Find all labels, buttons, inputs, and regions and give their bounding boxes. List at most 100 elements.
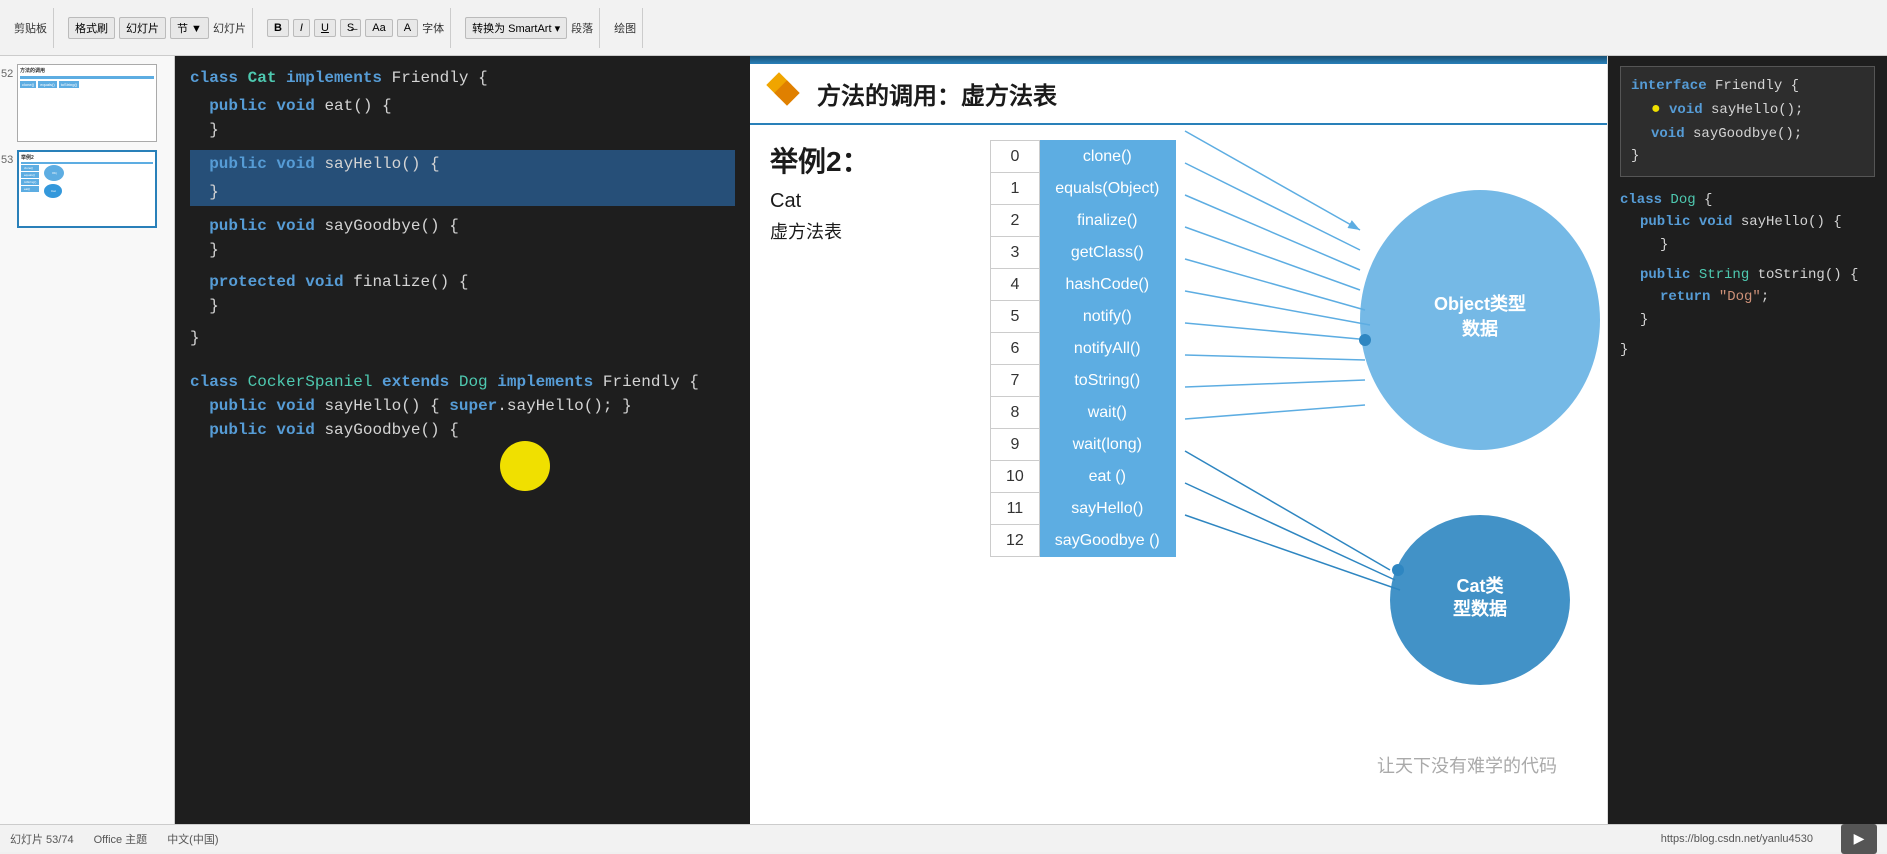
cursor-dot bbox=[500, 441, 550, 491]
url-info: https://blog.csdn.net/yanlu4530 bbox=[1661, 833, 1813, 845]
code-spacer-1 bbox=[190, 142, 735, 150]
table-row: 11sayHello() bbox=[991, 493, 1176, 525]
code-line-sayHello: public void sayHello() { bbox=[190, 150, 735, 178]
slide-info: 幻灯片 53/74 bbox=[10, 831, 74, 847]
row-method-cell: clone() bbox=[1039, 141, 1175, 173]
row-num-cell: 3 bbox=[991, 237, 1040, 269]
slide-body: 举例2： Cat 虚方法表 0clone()1equals(Object)2fi… bbox=[750, 125, 1607, 823]
table-row: 1equals(Object) bbox=[991, 173, 1176, 205]
toolbar: 剪贴板 格式刷 幻灯片 节 ▼ 幻灯片 B I U S̶ Aa A 字体 转换为… bbox=[0, 0, 1887, 56]
thumb-num-53: 53 bbox=[1, 154, 13, 166]
code-line-1: class Cat implements Friendly { bbox=[190, 66, 735, 90]
slide-thumbnail-52[interactable]: 52 方法的调用 clone() equals() toString() bbox=[17, 64, 157, 142]
underline-btn[interactable]: U bbox=[314, 19, 336, 37]
paragraph-label: 段落 bbox=[571, 20, 593, 36]
svg-text:Object类型: Object类型 bbox=[1434, 293, 1526, 314]
toolbar-group-slides: 格式刷 幻灯片 节 ▼ 幻灯片 bbox=[62, 8, 253, 48]
bold-btn[interactable]: B bbox=[267, 19, 289, 37]
code-line-cockerspan-sayGoodbye: public void sayGoodbye() { bbox=[190, 418, 735, 442]
slide-main: 方法的调用：虚方法表 举例2： Cat 虚方法表 0clone()1equals… bbox=[750, 56, 1607, 824]
thumb-num-52: 52 bbox=[1, 68, 13, 80]
watermark: 让天下没有难学的代码 bbox=[1377, 752, 1557, 778]
table-row: 4hashCode() bbox=[991, 269, 1176, 301]
italic-btn[interactable]: I bbox=[293, 19, 310, 37]
cat-label: Cat bbox=[770, 190, 970, 213]
row-num-cell: 4 bbox=[991, 269, 1040, 301]
row-method-cell: wait() bbox=[1039, 397, 1175, 429]
row-num-cell: 11 bbox=[991, 493, 1040, 525]
strikethrough-btn[interactable]: S̶ bbox=[340, 19, 361, 37]
row-method-cell: notify() bbox=[1039, 301, 1175, 333]
right-code-dog: class Dog { public void sayHello() { } p… bbox=[1620, 189, 1875, 362]
bottom-bar: 幻灯片 53/74 Office 主题 中文(中国) https://blog.… bbox=[0, 824, 1887, 852]
table-row: 7toString() bbox=[991, 365, 1176, 397]
toolbar-group-font: B I U S̶ Aa A 字体 bbox=[261, 8, 451, 48]
table-row: 9wait(long) bbox=[991, 429, 1176, 461]
code-line-finalize: protected void finalize() { bbox=[190, 270, 735, 294]
toolbar-group-paragraph: 转换为 SmartArt ▾ 段落 bbox=[459, 8, 600, 48]
row-method-cell: sayGoodbye () bbox=[1039, 525, 1175, 557]
slide-panel: 52 方法的调用 clone() equals() toString() 53 … bbox=[0, 56, 175, 824]
format-brush-btn[interactable]: 格式刷 bbox=[68, 17, 115, 39]
vtable-area: 0clone()1equals(Object)2finalize()3getCl… bbox=[990, 140, 1587, 808]
svg-text:Cat类: Cat类 bbox=[1456, 575, 1504, 596]
theme-info: Office 主题 bbox=[94, 831, 148, 847]
code-line-3: } bbox=[190, 118, 735, 142]
play-button[interactable]: ▶ bbox=[1841, 824, 1877, 854]
slide-title-text: 方法的调用：虚方法表 bbox=[817, 76, 1057, 111]
row-method-cell: getClass() bbox=[1039, 237, 1175, 269]
row-method-cell: notifyAll() bbox=[1039, 333, 1175, 365]
title-diamond-icon bbox=[770, 76, 805, 111]
font-label: 字体 bbox=[422, 20, 444, 36]
row-num-cell: 1 bbox=[991, 173, 1040, 205]
table-row: 10eat () bbox=[991, 461, 1176, 493]
row-num-cell: 9 bbox=[991, 429, 1040, 461]
thumb-content-52: 方法的调用 clone() equals() toString() bbox=[17, 64, 157, 142]
code-spacer-5 bbox=[190, 350, 735, 370]
vtable-label: 虚方法表 bbox=[770, 218, 970, 244]
right-code-interface: interface Friendly { ● void sayHello(); … bbox=[1620, 66, 1875, 177]
svg-text:型数据: 型数据 bbox=[1453, 598, 1507, 619]
row-num-cell: 6 bbox=[991, 333, 1040, 365]
row-method-cell: finalize() bbox=[1039, 205, 1175, 237]
row-method-cell: sayHello() bbox=[1039, 493, 1175, 525]
slide-thumbnail-53[interactable]: 53 举例2 clone() equals() toString() eat()… bbox=[17, 150, 157, 228]
row-num-cell: 2 bbox=[991, 205, 1040, 237]
svg-text:数据: 数据 bbox=[1462, 318, 1498, 339]
row-num-cell: 10 bbox=[991, 461, 1040, 493]
lang-info: 中文(中国) bbox=[167, 831, 218, 847]
code-line-sayHello-close: } bbox=[190, 178, 735, 206]
slide-left-labels: 举例2： Cat 虚方法表 bbox=[770, 140, 970, 808]
toolbar-group-clipboard: 剪贴板 bbox=[8, 8, 54, 48]
row-method-cell: hashCode() bbox=[1039, 269, 1175, 301]
code-line-cockerspan-sayhello: public void sayHello() { super.sayHello(… bbox=[190, 394, 735, 418]
table-row: 12sayGoodbye () bbox=[991, 525, 1176, 557]
row-num-cell: 7 bbox=[991, 365, 1040, 397]
code-line-2: public void eat() { bbox=[190, 94, 735, 118]
section-btn[interactable]: 节 ▼ bbox=[170, 17, 209, 39]
convert-smartart-btn[interactable]: 转换为 SmartArt ▾ bbox=[465, 17, 567, 39]
table-row: 8wait() bbox=[991, 397, 1176, 429]
code-spacer-3 bbox=[190, 262, 735, 270]
clipboard-label: 剪贴板 bbox=[14, 20, 47, 36]
code-line-cockerspan: class CockerSpaniel extends Dog implemen… bbox=[190, 370, 735, 394]
row-method-cell: toString() bbox=[1039, 365, 1175, 397]
slide-title-bar: 方法的调用：虚方法表 bbox=[750, 64, 1607, 125]
font-btn[interactable]: A bbox=[397, 19, 418, 37]
code-line-finalize-close: } bbox=[190, 294, 735, 318]
code-line-sayGoodbye-close: } bbox=[190, 238, 735, 262]
row-num-cell: 5 bbox=[991, 301, 1040, 333]
row-method-cell: equals(Object) bbox=[1039, 173, 1175, 205]
table-row: 5notify() bbox=[991, 301, 1176, 333]
code-spacer-4 bbox=[190, 318, 735, 326]
slide-btn[interactable]: 幻灯片 bbox=[119, 17, 166, 39]
toolbar-group-drawing: 绘图 bbox=[608, 8, 643, 48]
fontsize-btn[interactable]: Aa bbox=[365, 19, 392, 37]
thumb-content-53: 举例2 clone() equals() toString() eat() Ob… bbox=[17, 150, 157, 228]
table-row: 0clone() bbox=[991, 141, 1176, 173]
slides-label: 幻灯片 bbox=[213, 20, 246, 36]
code-spacer-2 bbox=[190, 206, 735, 214]
virtual-table: 0clone()1equals(Object)2finalize()3getCl… bbox=[990, 140, 1176, 557]
code-line-class-close: } bbox=[190, 326, 735, 350]
example-label: 举例2： bbox=[770, 140, 970, 180]
